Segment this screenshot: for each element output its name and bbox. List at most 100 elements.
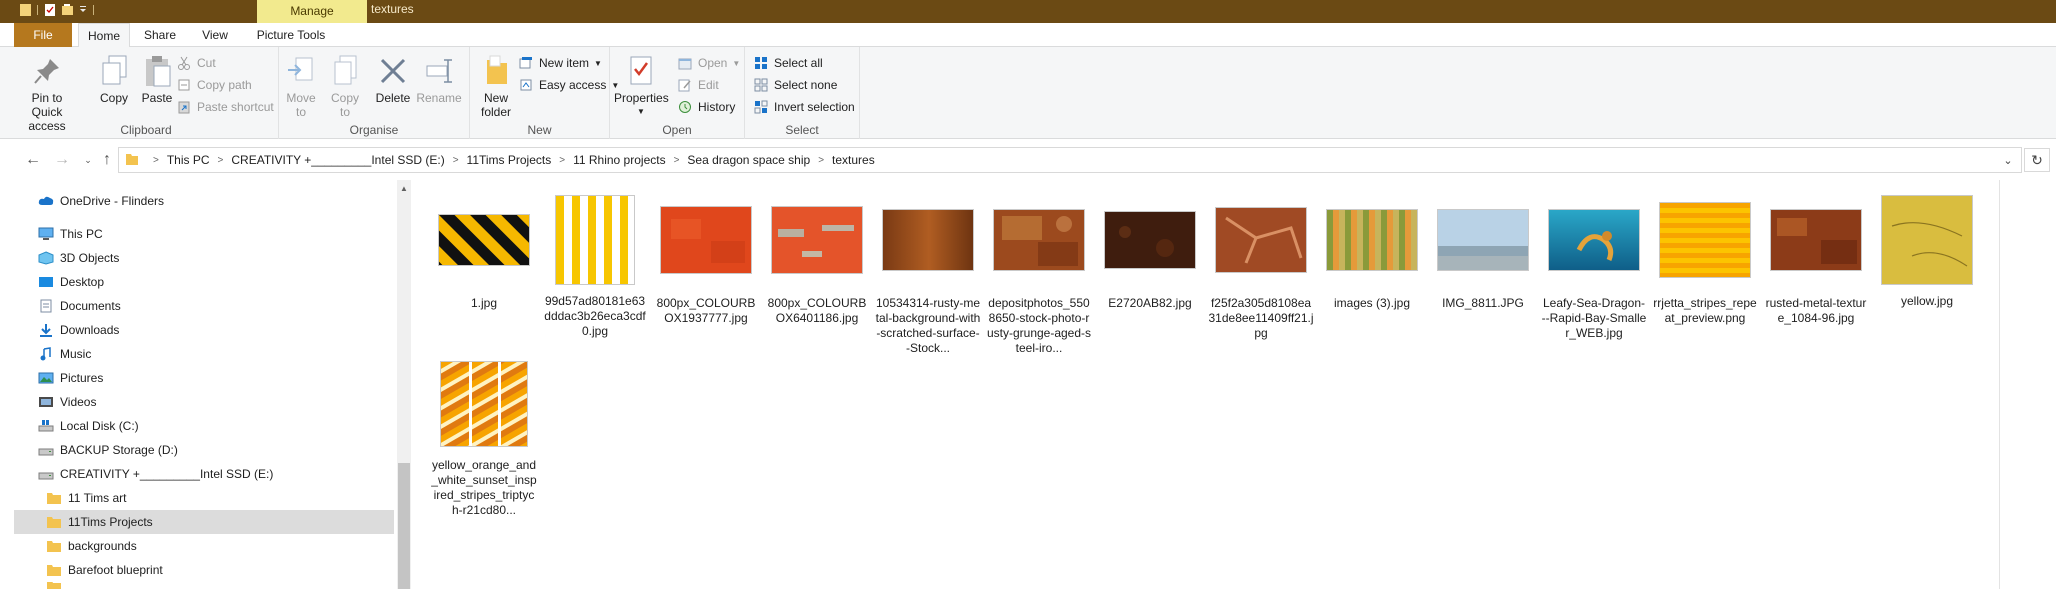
properties-button[interactable]: Properties ▼: [614, 53, 669, 119]
up-arrow-icon[interactable]: ↑: [97, 150, 117, 170]
tab-view[interactable]: View: [195, 23, 235, 47]
tree-item-desktop[interactable]: Desktop: [14, 270, 394, 294]
pin-to-quick-access-button[interactable]: Pin to Quick access: [18, 53, 76, 133]
green-orange-stripes-thumbnail: [1326, 209, 1418, 271]
breadcrumb-chevron-icon[interactable]: >: [674, 155, 680, 166]
file-item[interactable]: 10534314-rusty-metal-background-with-scr…: [873, 190, 983, 356]
breadcrumb-item[interactable]: CREATIVITY +_________Intel SSD (E:): [231, 153, 444, 167]
tree-item-downloads[interactable]: Downloads: [14, 318, 394, 342]
move-to-button[interactable]: Move to: [281, 53, 321, 119]
delete-button[interactable]: Delete: [373, 53, 413, 105]
manage-context-tab[interactable]: Manage: [257, 0, 367, 23]
tree-item-11-tims-art[interactable]: 11 Tims art: [14, 486, 394, 510]
open-button[interactable]: Open ▼: [677, 53, 740, 73]
invert-selection-button[interactable]: Invert selection: [753, 97, 855, 117]
move-to-icon: [281, 53, 321, 89]
tree-item-this-pc[interactable]: This PC: [14, 222, 394, 246]
open-icon: [677, 55, 693, 71]
tree-item-onedrive[interactable]: OneDrive - Flinders: [14, 189, 394, 213]
tab-picture-tools[interactable]: Picture Tools: [250, 23, 332, 47]
rename-button[interactable]: Rename: [415, 53, 463, 105]
file-name: 800px_COLOURBOX1937777.jpg: [656, 296, 756, 325]
history-button[interactable]: History: [677, 97, 735, 117]
back-arrow-icon[interactable]: ←: [23, 150, 43, 170]
file-item[interactable]: 800px_COLOURBOX1937777.jpg: [651, 190, 761, 326]
file-item[interactable]: Leafy-Sea-Dragon---Rapid-Bay-Smaller_WEB…: [1539, 190, 1649, 341]
tree-item-creativity-e[interactable]: CREATIVITY +_________Intel SSD (E:): [14, 462, 394, 486]
tree-item-videos[interactable]: Videos: [14, 390, 394, 414]
copy-to-button[interactable]: Copy to: [325, 53, 365, 119]
file-name: rusted-metal-texture_1084-96.jpg: [1765, 296, 1867, 325]
tree-item-documents[interactable]: Documents: [14, 294, 394, 318]
breadcrumb-item[interactable]: textures: [832, 153, 875, 167]
tree-item-3d-objects[interactable]: 3D Objects: [14, 246, 394, 270]
address-dropdown-icon[interactable]: ⌄: [1995, 148, 2021, 172]
properties-qa-icon[interactable]: [44, 3, 58, 20]
tab-home[interactable]: Home: [78, 23, 130, 48]
navigation-bar: ← → ⌄ ↑ > This PC > CREATIVITY +________…: [0, 140, 2056, 180]
cut-button[interactable]: Cut: [176, 53, 216, 73]
edit-button[interactable]: Edit: [677, 75, 719, 95]
file-item[interactable]: rrjetta_stripes_repeat_preview.png: [1650, 190, 1760, 326]
breadcrumb-item[interactable]: This PC: [167, 153, 210, 167]
tree-item-barefoot-blueprint[interactable]: Barefoot blueprint: [14, 558, 394, 582]
paste-shortcut-button[interactable]: Paste shortcut: [176, 97, 274, 117]
new-folder-button[interactable]: New folder: [476, 53, 518, 119]
breadcrumb-chevron-icon[interactable]: >: [818, 155, 824, 166]
paste-button[interactable]: Paste: [136, 53, 178, 105]
scrollbar-thumb[interactable]: [398, 463, 410, 589]
breadcrumb-item[interactable]: 11 Rhino projects: [573, 153, 666, 167]
file-item[interactable]: images (3).jpg: [1317, 190, 1427, 311]
music-icon: [40, 347, 51, 361]
new-item-label: New item: [539, 56, 590, 70]
breadcrumb-chevron-icon[interactable]: >: [218, 155, 224, 166]
new-folder-qa-icon[interactable]: [62, 3, 74, 20]
tree-item-pictures[interactable]: Pictures: [14, 366, 394, 390]
tree-item-11tims-projects[interactable]: 11Tims Projects: [14, 510, 394, 534]
qa-dropdown-icon[interactable]: [78, 3, 88, 20]
breadcrumb-item[interactable]: 11Tims Projects: [467, 153, 552, 167]
file-item[interactable]: 1.jpg: [429, 190, 539, 311]
address-bar[interactable]: > This PC > CREATIVITY +_________Intel S…: [118, 147, 2022, 173]
select-none-icon: [753, 77, 769, 93]
tree-item-backup-storage-d[interactable]: BACKUP Storage (D:): [14, 438, 394, 462]
tree-item-label: CREATIVITY +_________Intel SSD (E:): [60, 467, 274, 481]
tab-share[interactable]: Share: [138, 23, 182, 47]
tree-item-partial[interactable]: [14, 582, 394, 589]
file-item[interactable]: 800px_COLOURBOX6401186.jpg: [762, 190, 872, 326]
tree-item-local-disk-c[interactable]: Local Disk (C:): [14, 414, 394, 438]
file-item[interactable]: f25f2a305d8108ea31de8ee11409ff21.jpg: [1206, 190, 1316, 341]
delete-label: Delete: [375, 91, 411, 105]
nav-pane-scrollbar[interactable]: ▲: [397, 180, 411, 589]
file-item[interactable]: 99d57ad80181e63dddac3b26eca3cdf0.jpg: [540, 190, 650, 339]
file-item[interactable]: yellow.jpg: [1872, 190, 1982, 309]
recent-locations-icon[interactable]: ⌄: [78, 150, 98, 170]
yellow-paper-thumbnail: [1881, 195, 1973, 285]
file-name: f25f2a305d8108ea31de8ee11409ff21.jpg: [1208, 296, 1314, 340]
file-item[interactable]: yellow_orange_and_white_sunset_inspired_…: [429, 354, 539, 518]
copy-label: Copy: [99, 91, 128, 105]
breadcrumb-chevron-icon[interactable]: >: [559, 155, 565, 166]
file-item[interactable]: rusted-metal-texture_1084-96.jpg: [1761, 190, 1871, 326]
file-item[interactable]: depositphotos_5508650-stock-photo-rusty-…: [984, 190, 1094, 356]
refresh-icon[interactable]: ↻: [2024, 148, 2050, 172]
tree-item-music[interactable]: Music: [14, 342, 394, 366]
file-item[interactable]: IMG_8811.JPG: [1428, 190, 1538, 311]
file-item[interactable]: E2720AB82.jpg: [1095, 190, 1205, 311]
select-none-button[interactable]: Select none: [753, 75, 837, 95]
tree-item-backgrounds[interactable]: backgrounds: [14, 534, 394, 558]
tab-file[interactable]: File: [14, 23, 72, 47]
new-group-label: New: [527, 123, 552, 137]
copy-button[interactable]: Copy: [94, 53, 134, 105]
tree-item-label: Local Disk (C:): [60, 419, 139, 433]
copy-path-button[interactable]: Copy path: [176, 75, 252, 95]
new-item-button[interactable]: New item ▼: [518, 53, 602, 73]
select-all-button[interactable]: Select all: [753, 53, 823, 73]
breadcrumb-chevron-icon[interactable]: >: [153, 155, 159, 166]
scroll-up-arrow-icon[interactable]: ▲: [397, 184, 411, 193]
forward-arrow-icon[interactable]: →: [52, 150, 72, 170]
breadcrumb-item[interactable]: Sea dragon space ship: [687, 153, 810, 167]
easy-access-button[interactable]: Easy access ▼: [518, 75, 619, 95]
drive-icon: [38, 472, 54, 480]
breadcrumb-chevron-icon[interactable]: >: [453, 155, 459, 166]
